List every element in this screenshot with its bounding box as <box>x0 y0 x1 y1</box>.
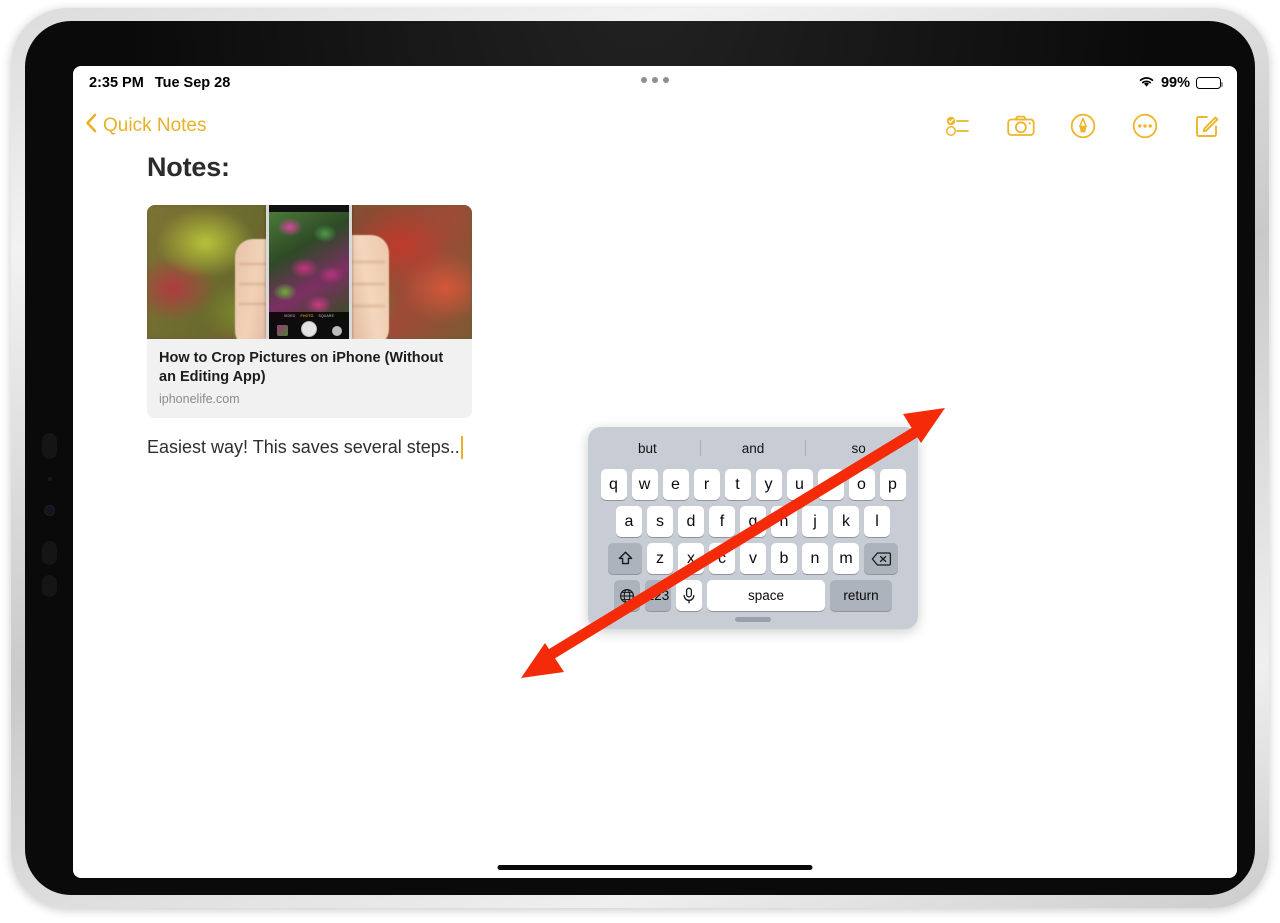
shift-arrow-icon[interactable] <box>608 543 642 574</box>
notes-navigation-bar: Quick Notes <box>73 100 1237 152</box>
chevron-left-icon <box>85 113 97 139</box>
key-x[interactable]: x <box>678 543 704 574</box>
checklist-icon[interactable] <box>945 112 973 140</box>
ipad-screen: 2:35 PM Tue Sep 28 99% Quick Notes Notes… <box>73 66 1237 878</box>
speaker-grille-icon <box>42 433 57 459</box>
key-g[interactable]: g <box>740 506 766 537</box>
key-l[interactable]: l <box>864 506 890 537</box>
more-ellipsis-icon[interactable] <box>1131 112 1159 140</box>
microphone-hole-icon <box>48 477 52 481</box>
camera-roll-thumbnail <box>277 325 288 336</box>
return-key[interactable]: return <box>830 580 892 611</box>
link-preview-title: How to Crop Pictures on iPhone (Without … <box>159 350 444 386</box>
link-preview-card[interactable]: VIDEO PHOTO SQUARE How to Crop Pictures … <box>147 205 472 419</box>
numbers-key[interactable]: 123 <box>645 580 671 611</box>
microphone-icon[interactable] <box>676 580 702 611</box>
dot <box>663 77 669 83</box>
status-bar-right: 99% <box>1138 75 1224 92</box>
space-key[interactable]: space <box>707 580 825 611</box>
front-camera-icon <box>44 505 55 516</box>
status-date: Tue Sep 28 <box>154 75 231 91</box>
key-w[interactable]: w <box>631 469 658 500</box>
key-o[interactable]: o <box>848 469 875 500</box>
status-time: 2:35 PM <box>89 75 144 91</box>
camera-mode-video: VIDEO <box>283 314 296 318</box>
speaker-grille-icon <box>42 541 57 565</box>
key-d[interactable]: d <box>678 506 704 537</box>
keyboard-row-4: 123 space return <box>595 580 911 611</box>
prediction-3[interactable]: so <box>806 441 911 456</box>
back-button-label: Quick Notes <box>103 115 207 136</box>
key-n[interactable]: n <box>802 543 828 574</box>
key-p[interactable]: p <box>879 469 906 500</box>
key-t[interactable]: t <box>724 469 751 500</box>
camera-mode-photo: PHOTO <box>300 314 314 318</box>
battery-icon <box>1196 77 1224 89</box>
prediction-2[interactable]: and <box>701 441 806 456</box>
dot <box>652 77 658 83</box>
globe-language-icon[interactable] <box>614 580 640 611</box>
key-v[interactable]: v <box>740 543 766 574</box>
backspace-delete-icon[interactable] <box>864 543 898 574</box>
keyboard-drag-handle[interactable] <box>735 617 771 622</box>
shutter-button-icon <box>301 320 317 337</box>
key-a[interactable]: a <box>616 506 642 537</box>
back-button-quick-notes[interactable]: Quick Notes <box>85 100 206 152</box>
speaker-grille-icon <box>42 575 57 597</box>
key-q[interactable]: q <box>600 469 627 500</box>
key-y[interactable]: y <box>755 469 782 500</box>
ipad-bezel: 2:35 PM Tue Sep 28 99% Quick Notes Notes… <box>25 21 1255 895</box>
keyboard-row-1: q w e r t y u i o p <box>595 469 911 500</box>
note-heading: Notes: <box>147 152 230 182</box>
iphone-camera-viewfinder <box>269 212 349 320</box>
compose-icon[interactable] <box>1193 112 1221 140</box>
link-preview-domain: iphonelife.com <box>159 392 240 407</box>
key-k[interactable]: k <box>833 506 859 537</box>
home-indicator[interactable] <box>497 865 813 870</box>
text-caret <box>460 436 463 460</box>
key-h[interactable]: h <box>771 506 797 537</box>
status-bar-left: 2:35 PM Tue Sep 28 <box>89 75 230 91</box>
dot <box>641 77 647 83</box>
floating-keyboard[interactable]: but and so q w e r t y u i o p a s d f g… <box>588 427 918 629</box>
key-c[interactable]: c <box>709 543 735 574</box>
link-preview-meta: How to Crop Pictures on iPhone (Without … <box>147 339 472 419</box>
key-s[interactable]: s <box>647 506 673 537</box>
status-bar: 2:35 PM Tue Sep 28 99% <box>73 66 1237 100</box>
key-b[interactable]: b <box>771 543 797 574</box>
note-content: Notes: VIDEO PHOTO SQUARE How to Crop Pi… <box>147 152 567 460</box>
markup-pen-icon[interactable] <box>1069 112 1097 140</box>
camera-mode-selector: VIDEO PHOTO SQUARE <box>269 312 349 320</box>
note-body-text: Easiest way! This saves several steps.. <box>147 437 460 458</box>
multitasking-dots-icon[interactable] <box>641 77 669 83</box>
flip-camera-icon <box>332 325 342 336</box>
battery-percent-label: 99% <box>1160 75 1190 91</box>
camera-mode-square: SQUARE <box>318 314 335 318</box>
keyboard-row-2: a s d f g h j k l <box>595 506 911 537</box>
prediction-1[interactable]: but <box>595 441 700 456</box>
key-z[interactable]: z <box>647 543 673 574</box>
wifi-icon <box>1138 75 1155 92</box>
iphone-in-photo: VIDEO PHOTO SQUARE <box>266 205 352 339</box>
key-f[interactable]: f <box>709 506 735 537</box>
ipad-device-frame: 2:35 PM Tue Sep 28 99% Quick Notes Notes… <box>11 8 1269 908</box>
notes-toolbar <box>945 100 1221 152</box>
camera-icon[interactable] <box>1007 112 1035 140</box>
link-preview-thumbnail: VIDEO PHOTO SQUARE <box>147 205 472 339</box>
key-j[interactable]: j <box>802 506 828 537</box>
note-text-field[interactable]: Easiest way! This saves several steps.. <box>147 436 567 460</box>
key-u[interactable]: u <box>786 469 813 500</box>
keyboard-row-3: z x c v b n m <box>595 543 911 574</box>
key-m[interactable]: m <box>833 543 859 574</box>
predictive-text-bar: but and so <box>595 433 911 463</box>
key-i[interactable]: i <box>817 469 844 500</box>
key-r[interactable]: r <box>693 469 720 500</box>
key-e[interactable]: e <box>662 469 689 500</box>
